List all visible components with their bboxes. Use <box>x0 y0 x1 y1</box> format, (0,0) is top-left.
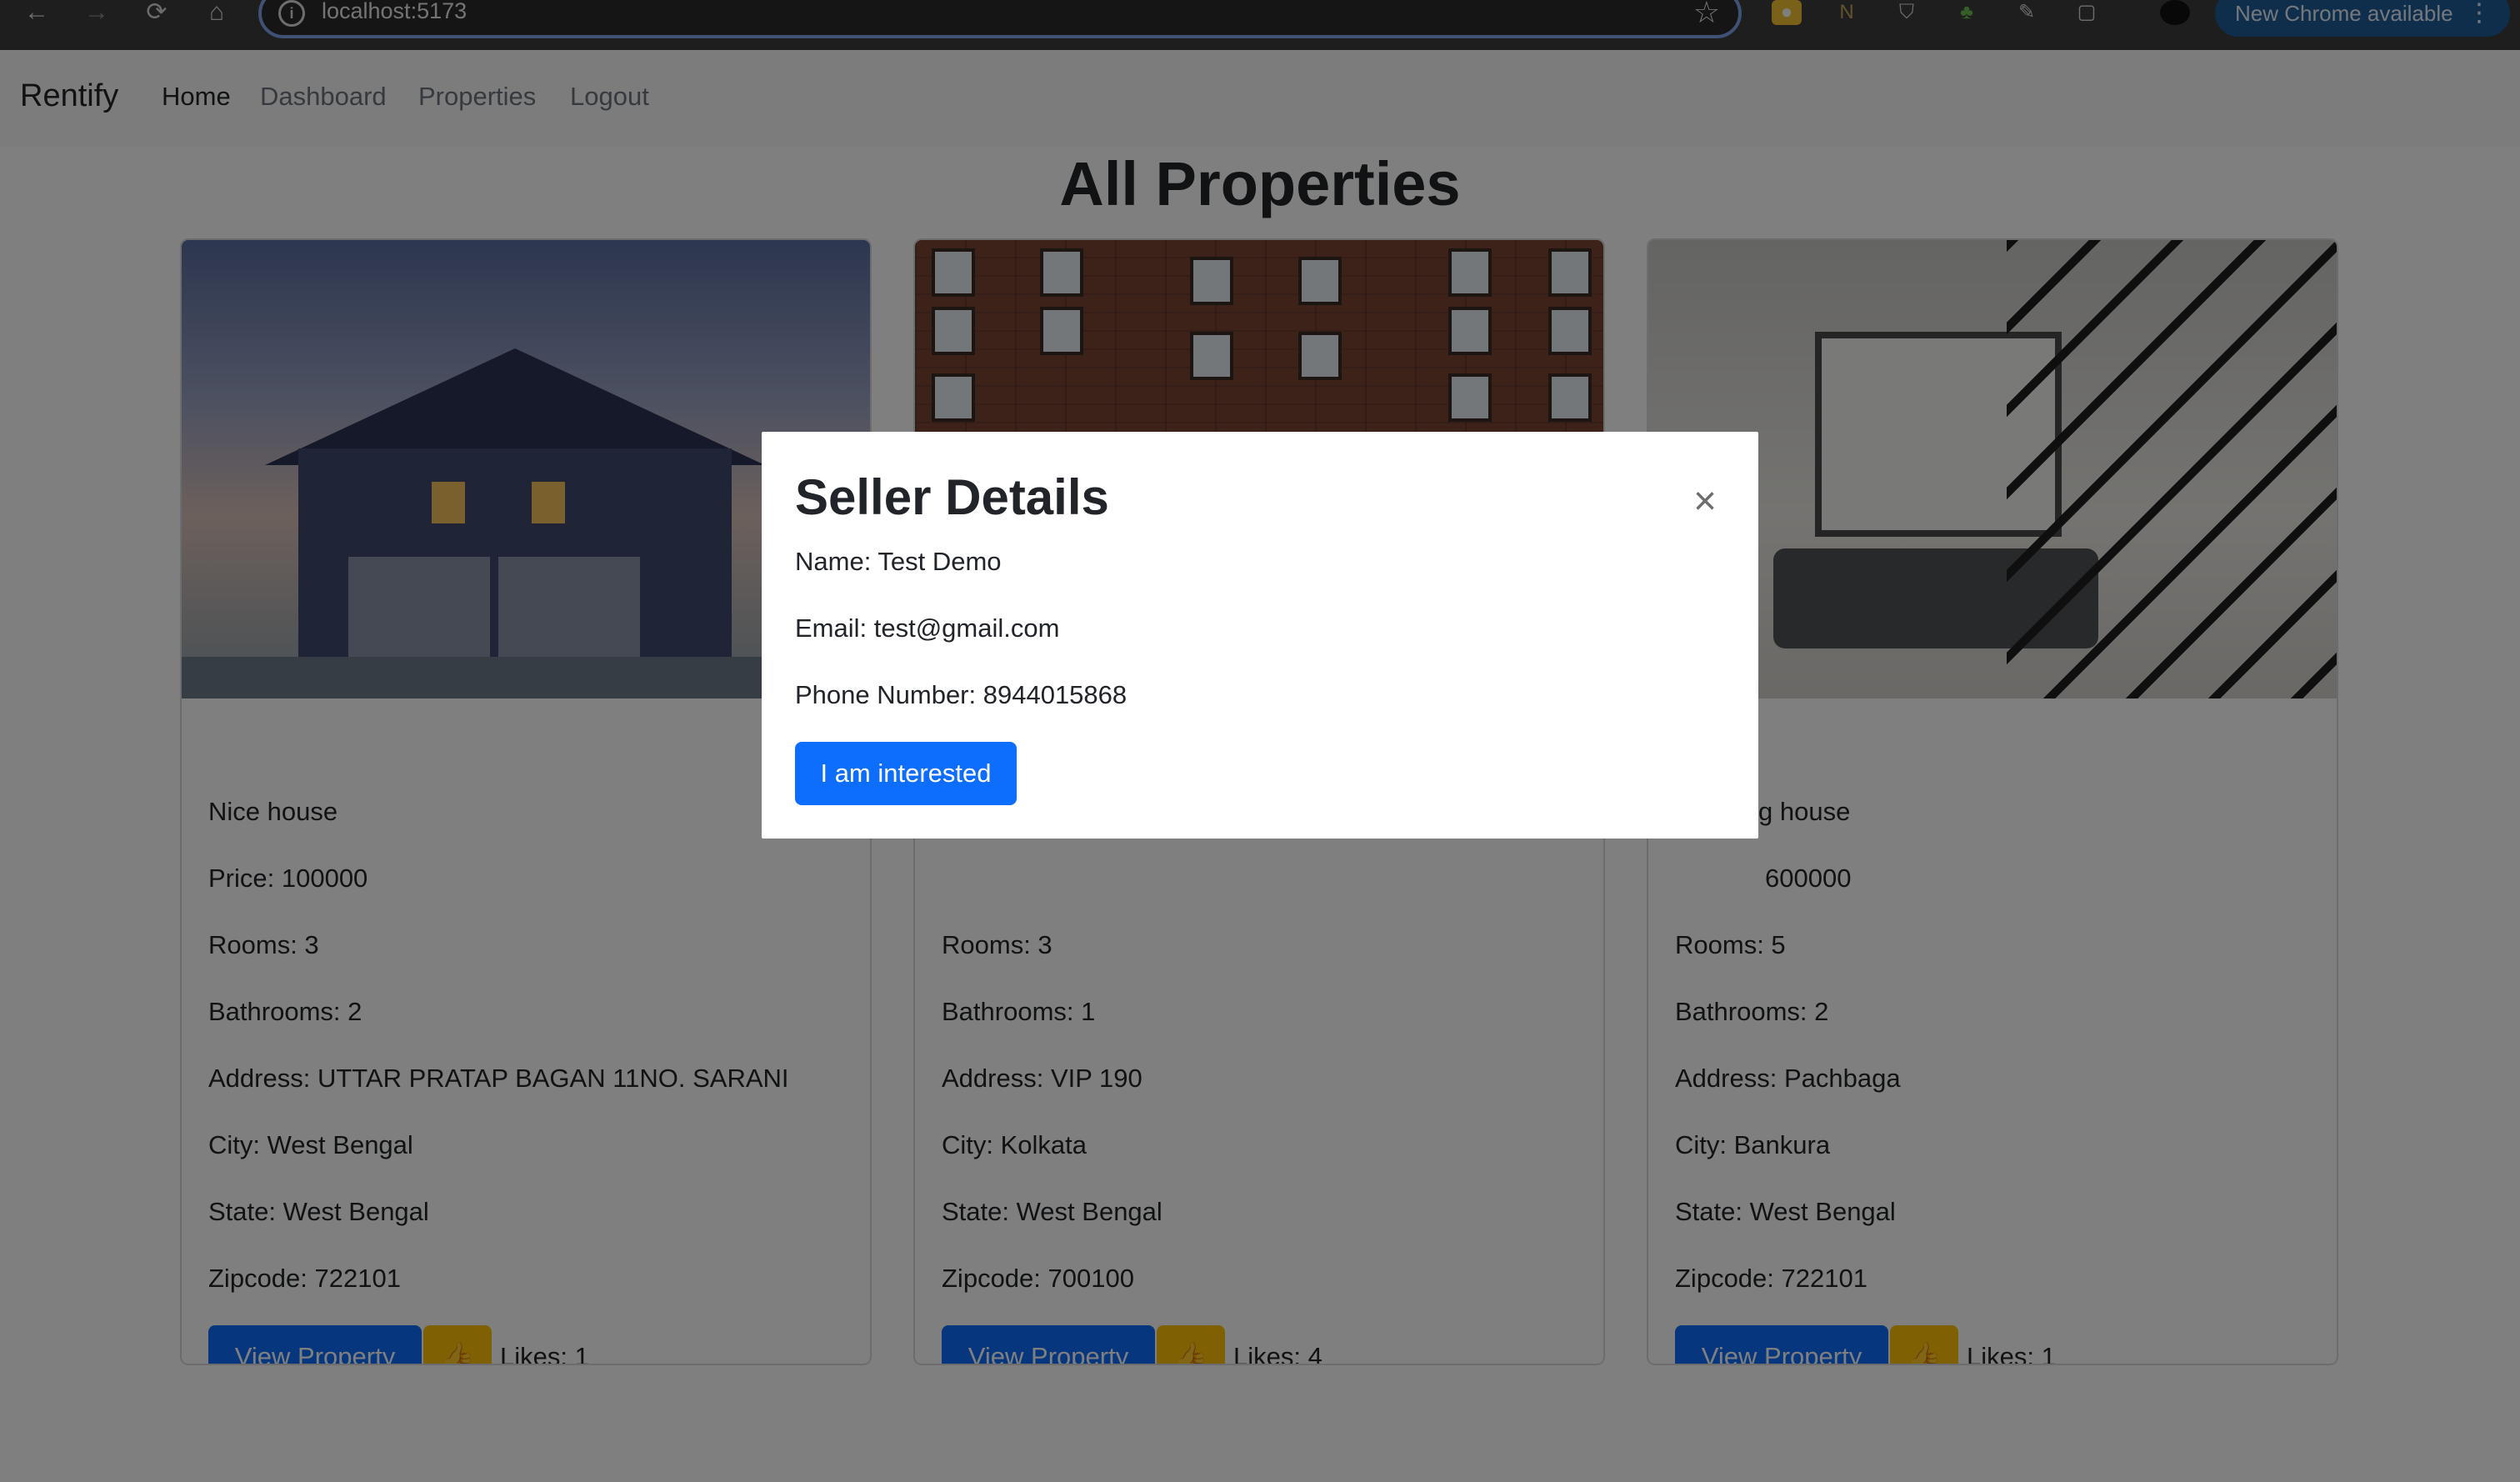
close-icon[interactable]: × <box>1693 482 1717 522</box>
seller-phone: Phone Number: 8944015868 <box>795 680 1128 709</box>
seller-details-modal: Seller Details × Name: Test Demo Email: … <box>762 432 1758 839</box>
interested-button[interactable]: I am interested <box>795 742 1017 805</box>
seller-email: Email: test@gmail.com <box>795 613 1060 643</box>
seller-name: Name: Test Demo <box>795 547 1002 576</box>
modal-title: Seller Details <box>795 469 1109 525</box>
